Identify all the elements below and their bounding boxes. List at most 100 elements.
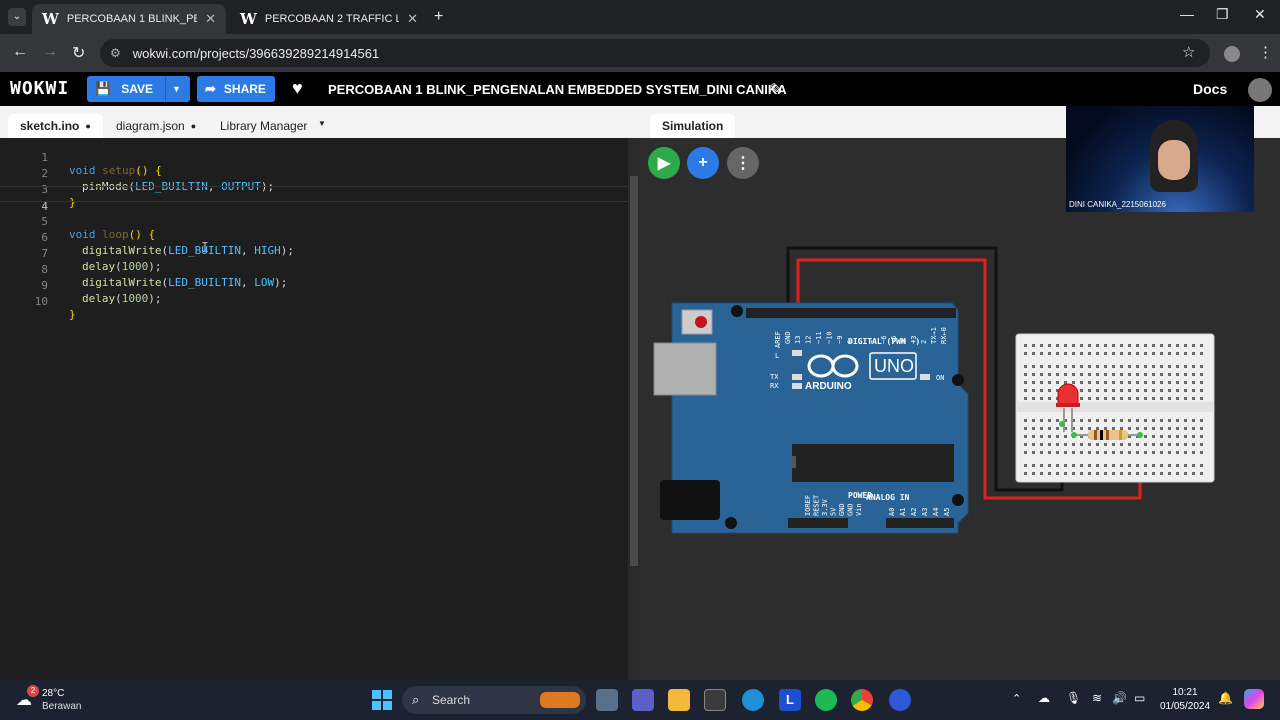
tab-search-button[interactable]: ⌄	[8, 8, 26, 26]
text-cursor-icon: I	[201, 241, 209, 256]
chrome-icon[interactable]	[851, 689, 873, 711]
share-arrow-icon: ➦	[205, 81, 216, 96]
windows-start-icon[interactable]	[372, 690, 392, 710]
bookmark-star-icon[interactable]: ☆	[1182, 43, 1195, 61]
weather-description[interactable]: Berawan	[42, 701, 81, 712]
url-input[interactable]: ⚙ wokwi.com/projects/396639289214914561	[100, 39, 1210, 67]
taskbar-search[interactable]: ⌕ Search	[402, 686, 586, 714]
breadboard-hole	[1168, 464, 1171, 467]
microphone-icon[interactable]: 🎙	[1066, 691, 1081, 705]
spotify-icon[interactable]	[815, 689, 837, 711]
breadboard-hole	[1056, 427, 1059, 430]
microsoft-store-icon[interactable]	[704, 689, 726, 711]
breadboard-hole	[1120, 373, 1123, 376]
tab-diagram-json[interactable]: diagram.json ●	[104, 114, 208, 138]
share-button[interactable]: ➦ SHARE	[197, 76, 275, 102]
breadboard-hole	[1064, 451, 1067, 454]
wokwi-logo[interactable]: WOKWI	[10, 78, 69, 99]
breadboard-hole	[1136, 389, 1139, 392]
tab-library-manager[interactable]: Library Manager	[208, 114, 319, 138]
editor-scrollbar-thumb[interactable]	[630, 176, 638, 566]
reload-icon[interactable]: ↻	[72, 43, 85, 63]
breadboard-hole	[1048, 443, 1051, 446]
simulation-canvas[interactable]: ▶ + ⋮ ARDUINO UNO DIGITAL (PWM ~) ANALOG…	[640, 138, 1280, 680]
code-editor[interactable]: 1 void setup() { 2 pinMode(LED_BUILTIN, …	[0, 138, 640, 680]
breadboard-hole	[1096, 381, 1099, 384]
tab-sketch-ino[interactable]: sketch.ino ●	[8, 114, 103, 138]
close-tab-icon[interactable]: ✕	[205, 11, 216, 27]
file-explorer-icon[interactable]	[668, 689, 690, 711]
edit-pencil-icon[interactable]: ✎	[770, 80, 783, 98]
reset-button-cap	[695, 316, 707, 328]
close-window-icon[interactable]: ✕	[1254, 6, 1266, 23]
breadboard-hole	[1088, 472, 1091, 475]
breadboard-hole	[1128, 373, 1131, 376]
breadboard-hole	[1104, 443, 1107, 446]
tabs-dropdown-icon[interactable]: ▼	[318, 119, 326, 128]
new-tab-icon[interactable]: +	[434, 8, 443, 26]
clock-time[interactable]: 10:21	[1160, 687, 1210, 698]
back-icon[interactable]: ←	[12, 43, 28, 61]
edge-icon[interactable]	[742, 689, 764, 711]
breadboard-hole	[1200, 435, 1203, 438]
zoom-icon[interactable]	[889, 689, 911, 711]
breadboard-hole	[1064, 352, 1067, 355]
teams-icon[interactable]	[632, 689, 654, 711]
launcher-l-icon[interactable]: L	[779, 689, 801, 711]
task-view-icon[interactable]	[596, 689, 618, 711]
breadboard-hole	[1136, 419, 1139, 422]
breadboard-hole	[1200, 389, 1203, 392]
power-pin-label: IOREF	[804, 495, 812, 516]
breadboard-hole	[1088, 443, 1091, 446]
tab-label: Library Manager	[220, 119, 308, 133]
analog-pin-label: A5	[943, 508, 951, 516]
tray-chevron-up-icon[interactable]: ⌃	[1012, 692, 1021, 705]
breadboard-hole	[1128, 397, 1131, 400]
save-button[interactable]: 💾 SAVE ▼	[87, 76, 190, 102]
copilot-icon[interactable]	[1244, 689, 1264, 709]
save-dropdown-icon[interactable]: ▼	[164, 76, 187, 102]
forward-icon[interactable]: →	[42, 43, 58, 61]
weather-temperature[interactable]: 28°C	[42, 688, 64, 699]
breadboard-hole	[1160, 419, 1163, 422]
breadboard-hole	[1184, 443, 1187, 446]
breadboard-hole	[1112, 352, 1115, 355]
browser-tab-2[interactable]: W PERCOBAAN 2 TRAFFIC LIGHT S ✕	[230, 4, 428, 34]
code-line: 10 }	[0, 282, 628, 321]
close-tab-icon[interactable]: ✕	[407, 11, 418, 27]
breadboard-hole	[1200, 451, 1203, 454]
breadboard-hole	[1040, 397, 1043, 400]
menu-kebab-icon[interactable]: ⋮	[1258, 43, 1273, 61]
clock-date[interactable]: 01/05/2024	[1156, 701, 1214, 712]
breadboard-hole	[1200, 419, 1203, 422]
docs-link[interactable]: Docs	[1193, 81, 1227, 97]
minimize-icon[interactable]: —	[1180, 6, 1194, 22]
breadboard-hole	[1184, 427, 1187, 430]
tab-simulation[interactable]: Simulation	[650, 114, 736, 138]
breadboard-hole	[1104, 389, 1107, 392]
browser-tab-1[interactable]: W PERCOBAAN 1 BLINK_PENGENA ✕	[32, 4, 226, 34]
breadboard-hole	[1024, 435, 1027, 438]
digital-pin-label: 4	[900, 340, 908, 344]
notification-bell-icon[interactable]: 🔔	[1218, 691, 1233, 705]
editor-tab-bar: sketch.ino ● diagram.json ● Library Mana…	[0, 106, 640, 138]
usb-connector	[653, 342, 717, 396]
battery-icon[interactable]: ▭	[1134, 691, 1145, 705]
breadboard-hole	[1024, 365, 1027, 368]
wifi-icon[interactable]: ≋	[1092, 691, 1102, 705]
like-heart-icon[interactable]: ♥	[292, 78, 303, 99]
breadboard-hole	[1048, 389, 1051, 392]
maximize-icon[interactable]: ❐	[1216, 6, 1229, 23]
breadboard-hole	[1056, 344, 1059, 347]
breadboard-hole	[1136, 427, 1139, 430]
volume-icon[interactable]: 🔊	[1112, 691, 1127, 705]
profile-avatar[interactable]	[1224, 46, 1240, 62]
site-info-icon[interactable]: ⚙	[110, 46, 121, 60]
digital-pin-label: 12	[805, 336, 813, 344]
breadboard-hole	[1168, 381, 1171, 384]
project-title[interactable]: PERCOBAAN 1 BLINK_PENGENALAN EMBEDDED SY…	[328, 82, 787, 97]
digital-pin-label: ~11	[815, 331, 823, 344]
user-avatar[interactable]	[1248, 78, 1272, 102]
digital-header-right	[864, 308, 956, 318]
onedrive-cloud-icon[interactable]: ☁	[1038, 691, 1050, 705]
